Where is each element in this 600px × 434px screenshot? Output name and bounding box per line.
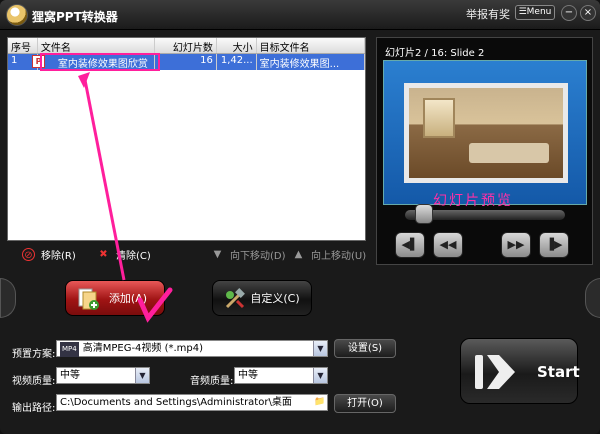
preset-value: 高清MPEG-4视频 (*.mp4) — [82, 343, 204, 354]
settings-button[interactable]: 设置(S) — [334, 339, 396, 358]
column-index[interactable]: 序号 — [8, 38, 38, 53]
side-handle-left — [0, 278, 16, 318]
clear-label: 清除(C) — [116, 251, 151, 262]
seek-knob[interactable] — [415, 204, 434, 224]
column-size[interactable]: 大小 — [217, 38, 257, 53]
video-quality-value: 中等 — [60, 370, 80, 381]
move-up-button[interactable]: ▲ 向上移动(U) — [292, 247, 366, 262]
output-path-field[interactable]: C:\Documents and Settings\Administrator\… — [56, 394, 328, 411]
remove-button[interactable]: ⊘ 移除(R) — [22, 247, 76, 262]
output-path-label: 输出路径: — [12, 403, 56, 414]
preview-panel: 幻灯片2 / 16: Slide 2 幻灯片预览 ◀▌ ◀◀ ▶▶ ▐▶ — [376, 37, 593, 265]
move-up-label: 向上移动(U) — [311, 251, 367, 262]
move-down-label: 向下移动(D) — [230, 251, 286, 262]
arrow-up-icon: ▲ — [294, 249, 303, 260]
first-slide-button[interactable]: ◀▌ — [395, 232, 425, 258]
menu-icon: ☰ — [518, 7, 527, 17]
column-target[interactable]: 目标文件名 — [257, 38, 365, 53]
audio-quality-label: 音频质量: — [190, 376, 234, 387]
video-quality-select[interactable]: 中等 ▼ — [56, 367, 150, 384]
customize-label: 自定义(C) — [250, 292, 300, 305]
report-link[interactable]: 举报有奖 — [466, 6, 510, 22]
title-bar[interactable]: 狸窝PPT转换器 举报有奖 ☰Menu − × — [0, 0, 600, 30]
move-down-button[interactable]: ▼ 向下移动(D) — [211, 247, 286, 262]
next-slide-button[interactable]: ▶▶ — [501, 232, 531, 258]
arrow-down-icon: ▼ — [213, 249, 222, 260]
highlight-annotation — [40, 53, 160, 71]
chevron-down-icon: ▼ — [135, 368, 149, 383]
row-target: 室内装修效果图... — [257, 54, 365, 70]
slide-photo — [404, 83, 568, 183]
remove-icon: ⊘ — [22, 248, 35, 261]
app-logo — [6, 4, 28, 26]
output-path-value: C:\Documents and Settings\Administrator\… — [60, 397, 292, 408]
side-handle-right — [585, 278, 600, 318]
video-format-icon: MP4 — [60, 342, 79, 357]
video-quality-label: 视频质量: — [12, 376, 56, 387]
app-window: 狸窝PPT转换器 举报有奖 ☰Menu − × 序号 文件名 幻灯片数 大小 目… — [0, 0, 600, 434]
chevron-down-icon: ▼ — [313, 368, 327, 383]
preview-overlay-label: 幻灯片预览 — [433, 193, 513, 209]
file-list-header: 序号 文件名 幻灯片数 大小 目标文件名 — [8, 38, 365, 54]
menu-button[interactable]: ☰Menu — [515, 5, 555, 20]
start-button[interactable]: Start — [460, 338, 580, 404]
tools-icon — [225, 288, 245, 309]
start-label: Start — [537, 363, 580, 381]
chevron-down-icon: ▼ — [313, 341, 327, 356]
column-filename[interactable]: 文件名 — [38, 38, 156, 53]
window-title: 狸窝PPT转换器 — [32, 10, 118, 24]
play-icon — [475, 355, 515, 389]
customize-button[interactable]: 自定义(C) — [212, 280, 312, 316]
open-folder-button[interactable]: 打开(O) — [334, 394, 396, 413]
column-slides[interactable]: 幻灯片数 — [155, 38, 217, 53]
preset-select[interactable]: MP4 高清MPEG-4视频 (*.mp4) ▼ — [56, 340, 328, 357]
add-button[interactable]: 添加(A) — [65, 280, 165, 316]
minimize-button[interactable]: − — [561, 5, 577, 21]
menu-label: Menu — [526, 7, 552, 17]
close-button[interactable]: × — [580, 5, 596, 21]
clear-icon: ✖ — [99, 249, 108, 260]
row-size: 1,42... — [217, 54, 257, 70]
row-slides: 16 — [155, 54, 217, 70]
clear-button[interactable]: ✖ 清除(C) — [97, 247, 151, 262]
audio-quality-value: 中等 — [238, 370, 258, 381]
preset-label: 预置方案: — [12, 349, 56, 360]
audio-quality-select[interactable]: 中等 ▼ — [234, 367, 328, 384]
slide-thumbnail — [383, 60, 587, 205]
previous-slide-button[interactable]: ◀◀ — [433, 232, 463, 258]
add-label: 添加(A) — [108, 292, 148, 305]
last-slide-button[interactable]: ▐▶ — [539, 232, 569, 258]
slide-info: 幻灯片2 / 16: Slide 2 — [385, 48, 485, 59]
remove-label: 移除(R) — [41, 251, 76, 262]
add-file-icon — [78, 288, 99, 310]
folder-icon[interactable]: 📁 — [313, 395, 327, 410]
